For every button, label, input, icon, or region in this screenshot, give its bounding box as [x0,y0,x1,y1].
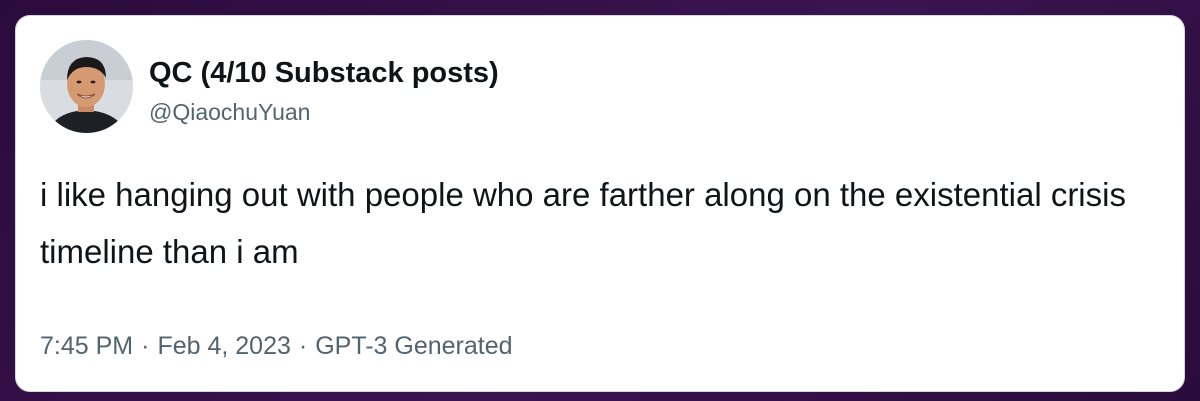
user-handle[interactable]: @QiaochuYuan [149,98,310,126]
tweet-time[interactable]: 7:45 PM [40,332,133,360]
tweet-date[interactable]: Feb 4, 2023 [157,332,290,360]
tweet-metadata: 7:45 PM · Feb 4, 2023 · GPT-3 Generated [40,331,513,361]
tweet-card: QC (4/10 Substack posts) @QiaochuYuan i … [15,15,1185,392]
profile-photo-icon [40,40,133,133]
separator-dot: · [298,332,308,360]
tweet-source: GPT-3 Generated [315,332,513,360]
separator-dot: · [141,332,150,360]
display-name[interactable]: QC (4/10 Substack posts) [149,56,499,90]
avatar[interactable] [40,40,133,133]
tweet-text: i like hanging out with people who are f… [40,176,1126,270]
